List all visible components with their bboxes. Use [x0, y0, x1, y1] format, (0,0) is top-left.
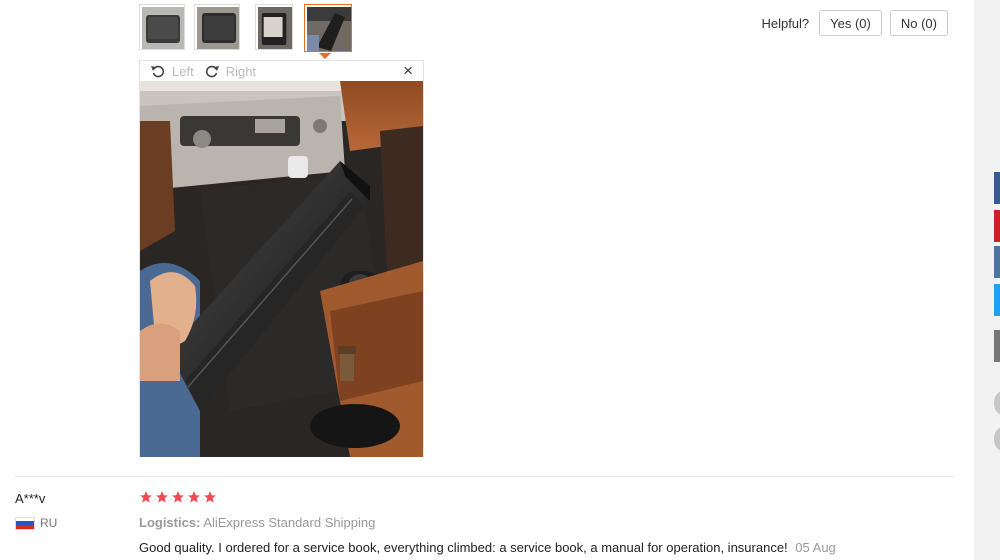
review-thumbnail[interactable]: [194, 4, 240, 50]
star-icon: [188, 491, 200, 503]
rotate-right-button[interactable]: Right: [204, 63, 256, 79]
side-rail: [974, 0, 1000, 560]
reviewer-country: RU: [15, 516, 57, 530]
star-icon: [156, 491, 168, 503]
reviewer-name: A***v: [15, 491, 46, 506]
share-vk-button[interactable]: [994, 246, 1000, 278]
review-thumbnail[interactable]: [255, 4, 293, 50]
image-icon: [140, 81, 423, 457]
review-divider: [15, 476, 955, 477]
viewer-toolbar: Left Right: [140, 61, 423, 81]
country-code: RU: [40, 516, 58, 530]
rotate-left-button[interactable]: Left: [150, 63, 194, 79]
share-facebook-button[interactable]: [994, 172, 1000, 204]
helpful-vote: Helpful? Yes (0) No (0): [761, 10, 948, 36]
star-icon: [204, 491, 216, 503]
review-photo: [140, 81, 423, 457]
logistics-value: AliExpress Standard Shipping: [203, 515, 376, 530]
share-email-button[interactable]: [994, 330, 1000, 362]
rotate-right-icon: [205, 65, 219, 78]
rating-stars: [139, 490, 217, 504]
review-body: Good quality. I ordered for a service bo…: [139, 540, 788, 555]
review-text: Good quality. I ordered for a service bo…: [139, 540, 836, 555]
star-icon: [172, 491, 184, 503]
review-date: 05 Aug: [795, 540, 836, 555]
russia-flag-icon: [15, 516, 35, 530]
image-viewer: Left Right ×: [139, 60, 424, 457]
share-twitter-button[interactable]: [994, 284, 1000, 316]
rotate-left-label: Left: [172, 63, 194, 79]
helpful-yes-button[interactable]: Yes (0): [819, 10, 882, 36]
helpful-label: Helpful?: [761, 15, 810, 31]
rotate-right-label: Right: [225, 63, 257, 79]
logistics-label: Logistics:: [139, 515, 201, 530]
star-icon: [140, 491, 152, 503]
review-thumbnail[interactable]: [139, 4, 185, 50]
share-pinterest-button[interactable]: [994, 210, 1000, 242]
rotate-left-icon: [151, 65, 165, 78]
logistics-info: Logistics: AliExpress Standard Shipping: [139, 515, 375, 530]
review-thumbnail-active[interactable]: [304, 4, 352, 52]
active-thumbnail-caret: [319, 53, 331, 59]
close-icon[interactable]: ×: [403, 62, 413, 80]
helpful-no-button[interactable]: No (0): [889, 10, 948, 36]
